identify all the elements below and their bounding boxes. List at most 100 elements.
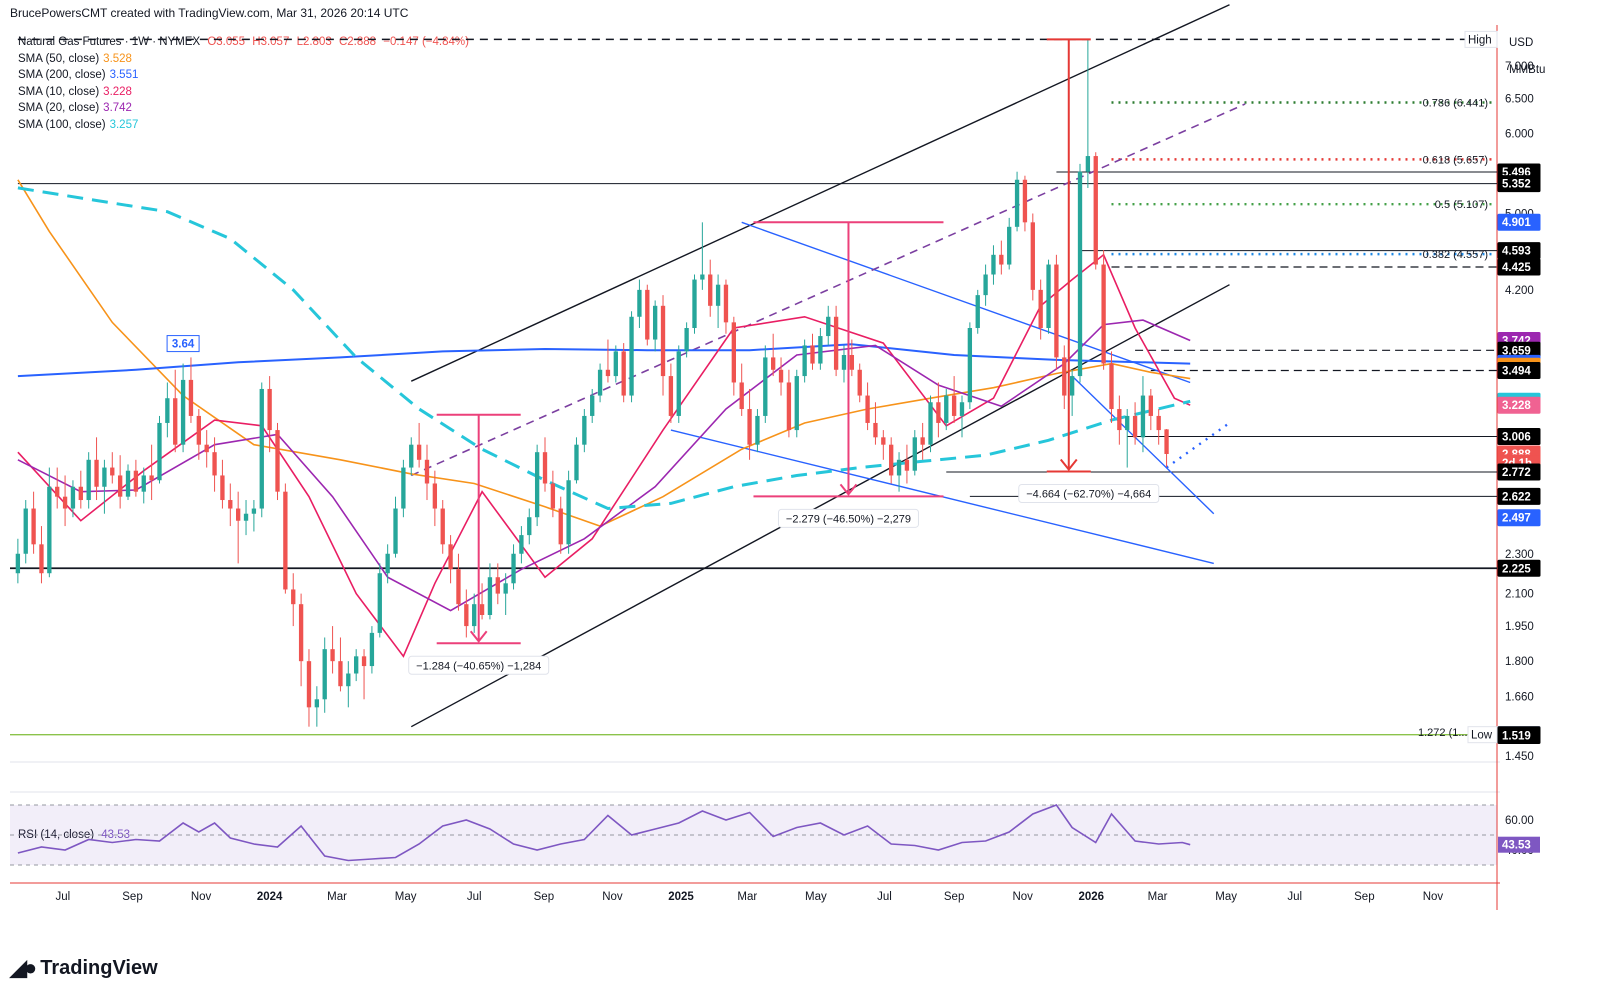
time-tick: May — [805, 891, 827, 903]
candle-body — [810, 345, 815, 364]
candle-body — [495, 577, 500, 594]
candle-body — [597, 369, 603, 396]
fib-label: 0.382 (4.557) — [1423, 249, 1488, 261]
candle-body — [841, 355, 847, 370]
time-tick: Sep — [944, 891, 964, 903]
candle-body — [361, 656, 367, 667]
candle-body — [440, 508, 445, 545]
candle-body — [896, 459, 902, 476]
candle-body — [448, 544, 453, 570]
price-tick: 2.300 — [1505, 549, 1534, 561]
candle-body — [645, 289, 650, 340]
measure-label: −1.284 (−40.65%) −1,284 — [416, 660, 541, 672]
rsi-tag-text: 43.53 — [1502, 840, 1531, 852]
fib-label: 0.786 (6.441) — [1423, 98, 1488, 110]
projection-dotted-line — [1165, 421, 1231, 469]
candle-body — [1125, 415, 1130, 431]
candle-body — [1101, 264, 1106, 364]
candle-body — [1140, 395, 1146, 438]
candle-body — [117, 475, 123, 497]
price-tick: 6.000 — [1505, 129, 1534, 141]
chart-canvas[interactable]: 0.786 (6.441) 0.618 (5.657) 0.5 (5.107) 0.3… — [0, 0, 1620, 1000]
candle-body — [110, 467, 115, 476]
price-tag: 3.494 — [1497, 362, 1541, 380]
time-tick: Jul — [1287, 891, 1302, 903]
candle-body — [936, 402, 941, 423]
candle-body — [472, 604, 477, 627]
price-tag: 3.228 — [1497, 396, 1541, 414]
candle-body — [889, 444, 894, 476]
candle-body — [959, 402, 965, 416]
candle-body — [566, 480, 571, 545]
candle-body — [346, 673, 351, 687]
candle-body — [23, 508, 28, 554]
price-tick: 1.450 — [1505, 751, 1534, 763]
trendline-wedge-top — [741, 221, 1191, 384]
price-tag-text: 2.772 — [1502, 467, 1531, 479]
rsi-band — [10, 805, 1497, 865]
candle-body — [786, 382, 792, 431]
candle-body — [306, 661, 312, 708]
candle-body — [1148, 395, 1153, 416]
candle-body — [243, 513, 249, 521]
candle-body — [747, 409, 752, 445]
candle-body — [267, 388, 272, 431]
candle-body — [416, 444, 422, 460]
candle-body — [15, 553, 21, 574]
candle-body — [519, 535, 524, 554]
candle-body — [629, 316, 634, 396]
price-tick: 7.000 — [1505, 61, 1534, 73]
candle-body — [755, 415, 760, 445]
currency-label: USD — [1509, 37, 1533, 49]
candle-body — [652, 305, 658, 340]
candle-body — [173, 398, 178, 445]
price-tag-text: 3.494 — [1502, 366, 1531, 378]
time-tick: May — [395, 891, 417, 903]
candle-body — [204, 444, 209, 453]
price-tick: 6.500 — [1505, 94, 1534, 106]
time-tick: 2024 — [257, 891, 283, 903]
candle-body — [479, 604, 485, 615]
candle-body — [1156, 415, 1161, 431]
candle-body — [149, 475, 154, 481]
candle-body — [377, 573, 382, 633]
candle-body — [283, 491, 288, 590]
moving-averages — [17, 179, 1191, 658]
price-tag-text: 2.622 — [1502, 491, 1531, 503]
time-tick: Sep — [122, 891, 142, 903]
fib-label: 0.5 (5.107) — [1435, 199, 1488, 211]
price-tag: 1.519 — [1497, 727, 1541, 745]
candle-body — [778, 369, 784, 383]
time-tick: 2025 — [668, 891, 694, 903]
price-tag-text: 2.225 — [1502, 563, 1531, 575]
candle-body — [731, 322, 736, 383]
candle-body — [637, 289, 642, 317]
measure-label: −2.279 (−46.50%) −2,279 — [786, 513, 911, 525]
price-tag: 4.425 — [1497, 258, 1541, 276]
rsi-pane — [10, 804, 1497, 866]
fib-levels: 0.786 (6.441) 0.618 (5.657) 0.5 (5.107) 0.3… — [1111, 98, 1492, 739]
candle-body — [983, 274, 988, 296]
candle-body — [605, 369, 611, 377]
candle-body — [220, 475, 225, 501]
price-tag-text: 2.497 — [1502, 513, 1531, 525]
candle-body — [676, 351, 681, 416]
sma200-marker-label: 3.64 — [172, 339, 195, 351]
candle-body — [1030, 222, 1035, 290]
price-tag-text: 3.228 — [1502, 400, 1531, 412]
candle-body — [432, 483, 438, 509]
price-tag: 4.901 — [1497, 213, 1541, 231]
price-tag-text: 4.593 — [1502, 246, 1531, 258]
time-tick: Jul — [55, 891, 70, 903]
candle-body — [999, 254, 1004, 265]
candle-body — [503, 583, 508, 594]
candle-body — [912, 437, 917, 471]
candle-body — [771, 357, 776, 370]
time-tick: Jul — [467, 891, 482, 903]
candle-body — [582, 415, 587, 445]
candle-body — [487, 577, 493, 615]
candle-body — [668, 376, 674, 416]
candle-body — [259, 388, 264, 509]
candle-body — [660, 305, 666, 377]
price-tag-text: 5.352 — [1502, 179, 1531, 191]
